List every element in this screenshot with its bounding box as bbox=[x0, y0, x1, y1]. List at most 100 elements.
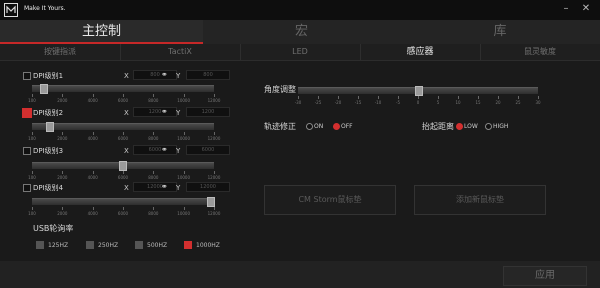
slider-tick-label: 12000 bbox=[207, 136, 221, 141]
slider-tick-label: 2000 bbox=[57, 211, 68, 216]
cm-storm-pad-button[interactable]: CM Storm鼠标垫 bbox=[264, 185, 396, 215]
slider-tick bbox=[478, 96, 479, 99]
slider-tick-label: 8000 bbox=[148, 175, 159, 180]
dpi-level-1-slider[interactable]: 100 2000 4000 6000 8000 10000 12000 bbox=[28, 84, 220, 103]
dpi-level-4-slider[interactable]: 100 2000 4000 6000 8000 10000 12000 bbox=[28, 197, 220, 216]
slider-tick bbox=[123, 132, 124, 135]
tab-library[interactable]: 库 bbox=[400, 20, 600, 44]
dpi-level-1-checkbox[interactable] bbox=[23, 72, 31, 80]
slider-tick-label: 2000 bbox=[57, 98, 68, 103]
track-correction-on-label: ON bbox=[314, 123, 324, 130]
slider-tick bbox=[338, 96, 339, 99]
dpi-level-2-x-input[interactable]: 1200 bbox=[133, 107, 177, 117]
track-correction-on-radio[interactable] bbox=[306, 123, 313, 130]
dpi-level-3-y-input[interactable]: 6000 bbox=[186, 145, 230, 155]
link-xy-icon[interactable]: ⚭ bbox=[161, 70, 168, 79]
tab-led[interactable]: LED bbox=[240, 44, 361, 60]
tab-button-assignment[interactable]: 按键指派 bbox=[0, 44, 121, 60]
slider-tick bbox=[92, 207, 94, 210]
slider-tick-label: -30 bbox=[294, 100, 302, 105]
slider-tick bbox=[92, 171, 94, 174]
link-xy-icon[interactable]: ⚭ bbox=[161, 182, 168, 191]
slider-tick bbox=[153, 94, 155, 97]
slider-tick-label: 15 bbox=[475, 100, 481, 105]
slider-tick bbox=[62, 207, 64, 210]
dpi-level-2-checkbox[interactable] bbox=[22, 108, 32, 118]
tab-sensor[interactable]: 感应器 bbox=[360, 44, 481, 60]
dpi-level-2-label: DPI级别2 bbox=[33, 109, 64, 117]
dpi-level-2-y-input[interactable]: 1200 bbox=[186, 107, 230, 117]
slider-tick bbox=[32, 132, 33, 135]
usb-rate-500-option[interactable] bbox=[135, 241, 143, 249]
slider-tick-label: 6000 bbox=[117, 175, 129, 180]
dpi-level-2-x-label: X bbox=[124, 109, 129, 117]
slider-tick-label: 10000 bbox=[177, 136, 191, 141]
slider-tick bbox=[123, 207, 124, 210]
slider-thumb[interactable] bbox=[39, 84, 48, 94]
main-tabs: 主控制 宏 库 bbox=[0, 20, 600, 44]
usb-rate-1000-option[interactable] bbox=[184, 241, 192, 249]
tab-main-control[interactable]: 主控制 bbox=[0, 20, 203, 44]
dpi-level-4-y-label: Y bbox=[176, 184, 181, 192]
link-xy-icon[interactable]: ⚭ bbox=[161, 107, 168, 116]
slider-tick bbox=[438, 96, 439, 99]
close-button[interactable]: ✕ bbox=[578, 2, 594, 16]
track-correction-off-radio[interactable] bbox=[333, 123, 340, 130]
lift-distance-low-label: LOW bbox=[464, 123, 478, 130]
slider-tick bbox=[32, 207, 33, 210]
dpi-level-3-x-label: X bbox=[124, 147, 129, 155]
slider-tick-label: 100 bbox=[28, 98, 36, 103]
slider-tick bbox=[298, 96, 299, 99]
lift-distance-high-radio[interactable] bbox=[485, 123, 492, 130]
tab-tactix[interactable]: TactiX bbox=[120, 44, 241, 60]
dpi-level-3-checkbox[interactable] bbox=[23, 147, 31, 155]
slider-tick-label: 10000 bbox=[177, 211, 191, 216]
slider-thumb[interactable] bbox=[207, 197, 215, 207]
dpi-level-3-x-input[interactable]: 6000 bbox=[133, 145, 177, 155]
slider-thumb[interactable] bbox=[45, 122, 54, 132]
slider-tick bbox=[62, 132, 64, 135]
dpi-level-4-x-label: X bbox=[124, 184, 129, 192]
slider-tick bbox=[92, 94, 94, 97]
usb-rate-125-option[interactable] bbox=[36, 241, 44, 249]
angle-slider[interactable]: -30 -25 -20 -15 -10 -5 0 5 10 15 20 25 30 bbox=[295, 86, 541, 105]
tab-macro[interactable]: 宏 bbox=[203, 20, 400, 44]
add-mousepad-button[interactable]: 添加新鼠标垫 bbox=[414, 185, 546, 215]
slider-tick bbox=[92, 132, 94, 135]
slider-tick bbox=[123, 94, 124, 97]
cooler-master-logo-icon bbox=[4, 3, 18, 17]
slider-tick-label: -15 bbox=[354, 100, 362, 105]
link-xy-icon[interactable]: ⚭ bbox=[161, 145, 168, 154]
tab-sensitivity[interactable]: 鼠灵敏度 bbox=[480, 44, 600, 60]
dpi-level-3-label: DPI级别3 bbox=[33, 147, 64, 155]
slider-tick-label: 25 bbox=[515, 100, 521, 105]
slider-tick bbox=[538, 96, 539, 99]
dpi-level-1-y-input[interactable]: 800 bbox=[186, 70, 230, 80]
slider-tick bbox=[153, 132, 155, 135]
slider-thumb[interactable] bbox=[415, 86, 423, 96]
lift-distance-high-label: HIGH bbox=[493, 123, 509, 130]
dpi-level-1-x-label: X bbox=[124, 72, 129, 80]
dpi-level-4-checkbox[interactable] bbox=[23, 184, 31, 192]
dpi-level-3-slider[interactable]: 100 2000 4000 6000 8000 10000 12000 bbox=[28, 161, 220, 180]
minimize-button[interactable]: – bbox=[558, 2, 574, 16]
brand-tagline: Make It Yours. bbox=[24, 5, 66, 12]
slider-tick bbox=[153, 207, 155, 210]
dpi-level-4-y-input[interactable]: 12000 bbox=[186, 182, 230, 192]
slider-thumb[interactable] bbox=[119, 161, 128, 171]
lift-distance-low-radio[interactable] bbox=[456, 123, 463, 130]
slider-tick bbox=[183, 132, 185, 135]
angle-label: 角度调整 bbox=[264, 85, 296, 94]
dpi-level-1-y-label: Y bbox=[176, 72, 181, 80]
usb-rate-500-label: 500HZ bbox=[147, 242, 168, 249]
slider-tick-label: 10000 bbox=[177, 175, 191, 180]
dpi-level-2-slider[interactable]: 100 2000 4000 6000 8000 10000 12000 bbox=[28, 122, 220, 141]
apply-button[interactable]: 应用 bbox=[503, 266, 587, 286]
usb-rate-label: USB轮询率 bbox=[33, 224, 74, 233]
dpi-level-4-x-input[interactable]: 12000 bbox=[133, 182, 177, 192]
dpi-level-1-x-input[interactable]: 800 bbox=[133, 70, 177, 80]
usb-rate-250-option[interactable] bbox=[86, 241, 94, 249]
slider-tick-label: 6000 bbox=[117, 98, 129, 103]
dpi-level-4-label: DPI级别4 bbox=[33, 184, 64, 192]
slider-tick bbox=[498, 96, 499, 99]
